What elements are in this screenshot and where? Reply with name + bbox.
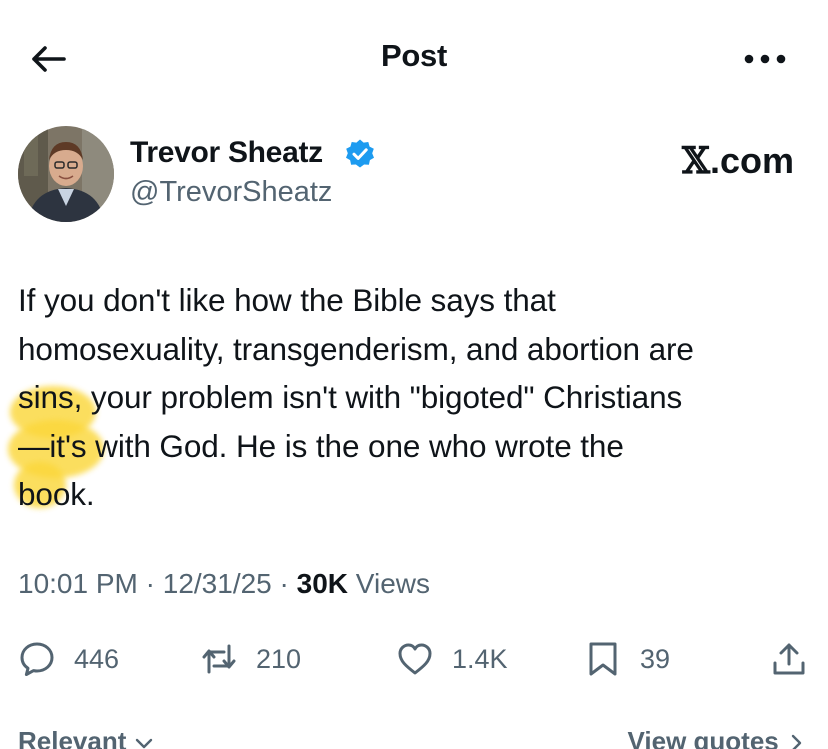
post-meta: 10:01 PM · 12/31/25 · 30K Views bbox=[18, 568, 430, 600]
chevron-right-icon bbox=[791, 734, 802, 749]
x-logo-glyph: 𝕏 bbox=[682, 140, 710, 182]
reply-count: 446 bbox=[74, 643, 120, 674]
action-bar: 446 210 1.4K 39 bbox=[0, 636, 828, 682]
post-date[interactable]: 12/31/25 bbox=[163, 568, 272, 599]
meta-separator: · bbox=[279, 568, 289, 599]
author-name[interactable]: Trevor Sheatz bbox=[130, 136, 323, 170]
repost-icon bbox=[202, 644, 236, 674]
reply-icon bbox=[20, 642, 54, 676]
repost-count: 210 bbox=[256, 643, 302, 674]
like-count: 1.4K bbox=[452, 643, 508, 674]
bookmark-count: 39 bbox=[640, 643, 671, 674]
post-time[interactable]: 10:01 PM bbox=[18, 568, 138, 599]
tweet-line: sins, your problem isn't with "bigoted" … bbox=[18, 379, 683, 415]
page-title: Post bbox=[381, 38, 447, 73]
x-logo-suffix: .com bbox=[709, 140, 794, 181]
tweet-text: If you don't like how the Bible says tha… bbox=[18, 276, 818, 519]
more-dots-icon bbox=[744, 54, 786, 64]
top-bar: Post bbox=[0, 0, 828, 110]
meta-separator: · bbox=[145, 568, 155, 599]
verified-badge-icon bbox=[346, 139, 374, 168]
view-quotes-link[interactable]: View quotes bbox=[628, 726, 806, 749]
sort-label: Relevant bbox=[18, 726, 127, 749]
sort-replies-dropdown[interactable]: Relevant bbox=[18, 726, 154, 749]
heart-icon bbox=[398, 643, 432, 675]
more-options-button[interactable] bbox=[740, 36, 790, 82]
like-button[interactable]: 1.4K bbox=[396, 636, 508, 682]
repost-button[interactable]: 210 bbox=[200, 636, 301, 682]
bookmark-button[interactable]: 39 bbox=[584, 636, 670, 682]
bookmark-icon bbox=[589, 642, 617, 676]
chevron-down-icon bbox=[135, 738, 152, 749]
tweet-line: —it's with God. He is the one who wrote … bbox=[18, 427, 624, 464]
reply-button[interactable]: 446 bbox=[18, 636, 119, 682]
avatar[interactable] bbox=[18, 126, 114, 222]
tweet-line: homosexuality, transgenderism, and abort… bbox=[18, 330, 694, 367]
views-count: 30K bbox=[296, 568, 349, 599]
profile-photo bbox=[18, 126, 114, 222]
author-handle[interactable]: @TrevorSheatz bbox=[130, 176, 332, 209]
tweet-line: book. bbox=[18, 476, 95, 512]
share-button[interactable] bbox=[770, 636, 808, 682]
views-label: Views bbox=[355, 568, 430, 599]
tweet-line: If you don't like how the Bible says tha… bbox=[18, 282, 556, 318]
x-logo: 𝕏.com bbox=[682, 140, 794, 182]
share-icon bbox=[773, 643, 805, 675]
view-quotes-label: View quotes bbox=[627, 726, 779, 749]
